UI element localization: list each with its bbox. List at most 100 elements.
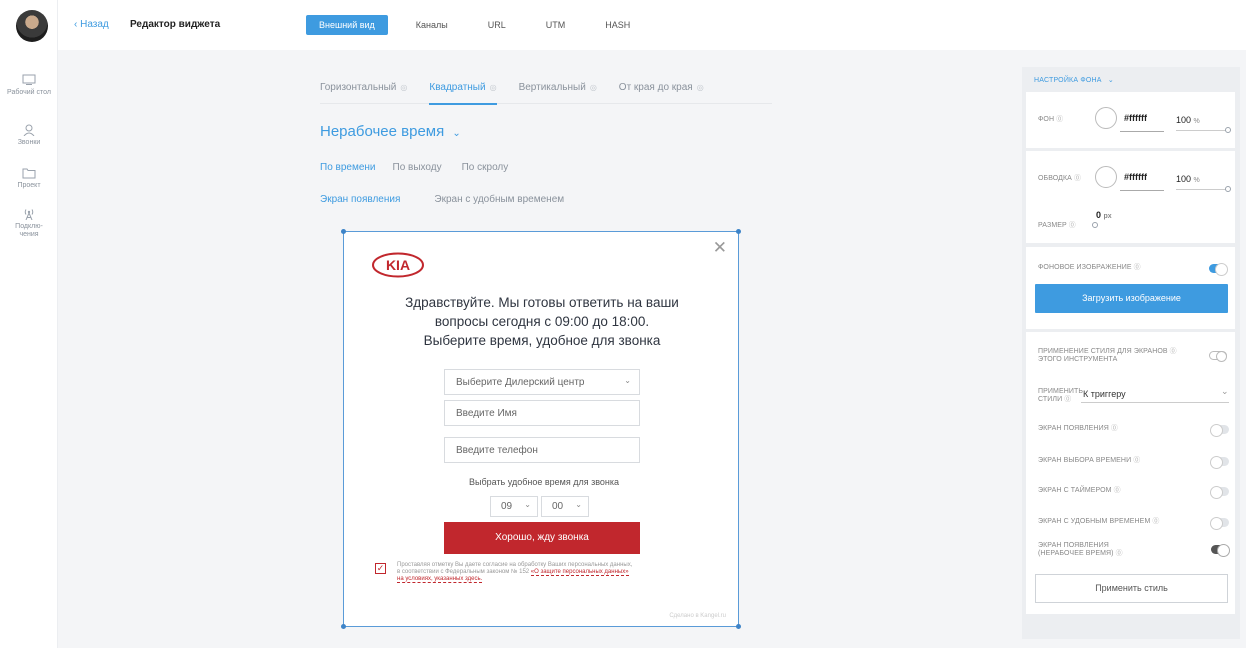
tab-label: Вертикальный xyxy=(518,82,586,93)
offhours-line: (НЕРАБОЧЕЕ ВРЕМЯ) xyxy=(1038,550,1114,557)
help-icon[interactable]: ⓪ xyxy=(1111,425,1118,432)
screen-timer-label: ЭКРАН С ТАЙМЕРОМ ⓪ xyxy=(1038,487,1121,495)
screen-appear-toggle[interactable] xyxy=(1210,424,1229,437)
tab-url[interactable]: URL xyxy=(488,15,506,35)
help-icon[interactable]: ⓪ xyxy=(1133,457,1140,464)
opacity-slider-track[interactable] xyxy=(1176,189,1226,190)
screen-timer-toggle[interactable] xyxy=(1210,486,1229,499)
tab-utm[interactable]: UTM xyxy=(546,15,566,35)
cta-button[interactable]: Хорошо, жду звонка xyxy=(444,522,640,554)
screen-offhours-toggle[interactable] xyxy=(1211,544,1230,557)
resize-handle[interactable] xyxy=(736,229,741,234)
trigger-tabs: По времени По выходу По скролу xyxy=(320,162,528,173)
opacity-slider-knob[interactable] xyxy=(1225,127,1231,133)
tab-horizontal[interactable]: Горизонтальный ◎ xyxy=(320,82,407,104)
apply-style-toggle[interactable] xyxy=(1209,351,1227,362)
screen-selector[interactable]: Нерабочее время ⌄ xyxy=(320,123,461,140)
help-icon[interactable]: ◎ xyxy=(490,83,497,92)
bg-image-toggle[interactable] xyxy=(1209,263,1228,276)
tab-by-exit[interactable]: По выходу xyxy=(393,162,442,173)
page-title: Редактор виджета xyxy=(130,19,221,30)
bg-image-label: ФОНОВОЕ ИЗОБРАЖЕНИЕ ⓪ xyxy=(1038,264,1141,272)
consent-link[interactable]: «О защите персональных данных» xyxy=(530,569,629,576)
apply-style-button[interactable]: Применить стиль xyxy=(1035,574,1228,603)
back-link[interactable]: ‹ Назад xyxy=(74,19,109,30)
apply-style-line: ПРИМЕНЕНИЕ СТИЛЯ ДЛЯ ЭКРАНОВ xyxy=(1038,348,1168,355)
panel-header[interactable]: НАСТРОЙКА ФОНА ⌄ xyxy=(1034,76,1114,84)
dealer-select[interactable]: Выберите Дилерский центр ⌄ xyxy=(444,369,640,395)
tab-appear-screen[interactable]: Экран появления xyxy=(320,194,400,205)
headline-line: Здравствуйте. Мы готовы ответить на ваши xyxy=(405,295,679,310)
phone-input-placeholder: Введите телефон xyxy=(456,445,538,456)
consent-checkbox[interactable]: ✓ xyxy=(375,563,386,574)
select-underline xyxy=(1081,402,1229,403)
size-value[interactable]: 0 px xyxy=(1096,210,1112,220)
help-icon[interactable]: ⓪ xyxy=(1064,396,1071,403)
border-opacity[interactable]: 100 % xyxy=(1176,174,1200,184)
help-icon[interactable]: ⓪ xyxy=(1170,348,1177,355)
bg-hex-underline xyxy=(1120,131,1164,132)
apply-to-line: СТИЛИ xyxy=(1038,396,1063,403)
sidebar-item-desktop[interactable]: Рабочий стол xyxy=(0,74,58,97)
tab-label: Горизонтальный xyxy=(320,82,397,93)
avatar[interactable] xyxy=(16,10,48,42)
size-label: РАЗМЕР ⓪ xyxy=(1038,222,1076,230)
hour-value: 09 xyxy=(501,501,513,512)
size-slider-knob[interactable] xyxy=(1092,222,1098,228)
help-icon[interactable]: ⓪ xyxy=(1069,222,1076,229)
opacity-slider-track[interactable] xyxy=(1176,130,1226,131)
phone-input[interactable]: Введите телефон xyxy=(444,437,640,463)
made-by[interactable]: Сделано в Kangel.ru xyxy=(669,613,726,619)
help-icon[interactable]: ◎ xyxy=(697,83,704,92)
tab-vertical[interactable]: Вертикальный ◎ xyxy=(519,82,597,104)
chevron-down-icon: ⌄ xyxy=(1221,386,1229,396)
bg-color-swatch[interactable] xyxy=(1095,107,1117,129)
bg-hex[interactable]: #ffffff xyxy=(1124,113,1147,123)
close-icon[interactable]: ✕ xyxy=(713,238,727,258)
screen-tabs: Экран появления Экран с удобным временем xyxy=(320,194,584,205)
sidebar-item-calls[interactable]: Звонки xyxy=(0,124,58,147)
tab-edge-to-edge[interactable]: От края до края ◎ xyxy=(619,82,704,104)
help-icon[interactable]: ⓪ xyxy=(1056,116,1063,123)
sidebar-item-project[interactable]: Проект xyxy=(0,167,58,190)
border-color-swatch[interactable] xyxy=(1095,166,1117,188)
help-icon[interactable]: ◎ xyxy=(400,83,407,92)
consent-link[interactable]: на условиях, указанных здесь. xyxy=(397,576,483,583)
resize-handle[interactable] xyxy=(341,624,346,629)
tab-square[interactable]: Квадратный ◎ xyxy=(429,82,497,105)
main-area: Горизонтальный ◎ Квадратный ◎ Вертикальный… xyxy=(58,50,1016,648)
border-opacity-value: 100 xyxy=(1176,174,1192,184)
screen-convenient-time-toggle[interactable] xyxy=(1210,517,1229,530)
logo-text: KIA xyxy=(386,257,410,273)
widget-preview[interactable]: ✕ KIA Здравствуйте. Мы готовы ответить н… xyxy=(341,229,741,629)
resize-handle[interactable] xyxy=(341,229,346,234)
bg-image-label-text: ФОНОВОЕ ИЗОБРАЖЕНИЕ xyxy=(1038,264,1132,271)
help-icon[interactable]: ⓪ xyxy=(1114,487,1121,494)
tab-channels[interactable]: Каналы xyxy=(416,15,448,35)
help-icon[interactable]: ⓪ xyxy=(1152,518,1159,525)
apply-to-select[interactable]: К триггеру xyxy=(1083,389,1126,399)
tab-by-time[interactable]: По времени xyxy=(320,162,376,173)
help-icon[interactable]: ◎ xyxy=(590,83,597,92)
border-label: ОБВОДКА ⓪ xyxy=(1038,175,1081,183)
name-input[interactable]: Введите Имя xyxy=(444,400,640,426)
tab-hash[interactable]: HASH xyxy=(605,15,630,35)
upload-image-button[interactable]: Загрузить изображение xyxy=(1035,284,1228,313)
sidebar-item-connections[interactable]: Подклю-чения xyxy=(0,208,58,239)
opacity-slider-knob[interactable] xyxy=(1225,186,1231,192)
tab-convenient-time-screen[interactable]: Экран с удобным временем xyxy=(434,194,564,205)
bg-opacity[interactable]: 100 % xyxy=(1176,115,1200,125)
screen-title: Нерабочее время xyxy=(320,123,445,140)
help-icon[interactable]: ⓪ xyxy=(1116,550,1123,557)
minute-select[interactable]: 00 ⌄ xyxy=(541,496,589,517)
help-icon[interactable]: ⓪ xyxy=(1074,175,1081,182)
border-hex[interactable]: #ffffff xyxy=(1124,172,1147,182)
hour-select[interactable]: 09 ⌄ xyxy=(490,496,538,517)
screen-time-choice-toggle[interactable] xyxy=(1210,456,1229,469)
tab-by-scroll[interactable]: По скролу xyxy=(462,162,509,173)
help-icon[interactable]: ⓪ xyxy=(1134,264,1141,271)
bg-opacity-value: 100 xyxy=(1176,115,1192,125)
resize-handle[interactable] xyxy=(736,624,741,629)
tab-appearance[interactable]: Внешний вид xyxy=(306,15,388,35)
bg-label-text: ФОН xyxy=(1038,116,1055,123)
